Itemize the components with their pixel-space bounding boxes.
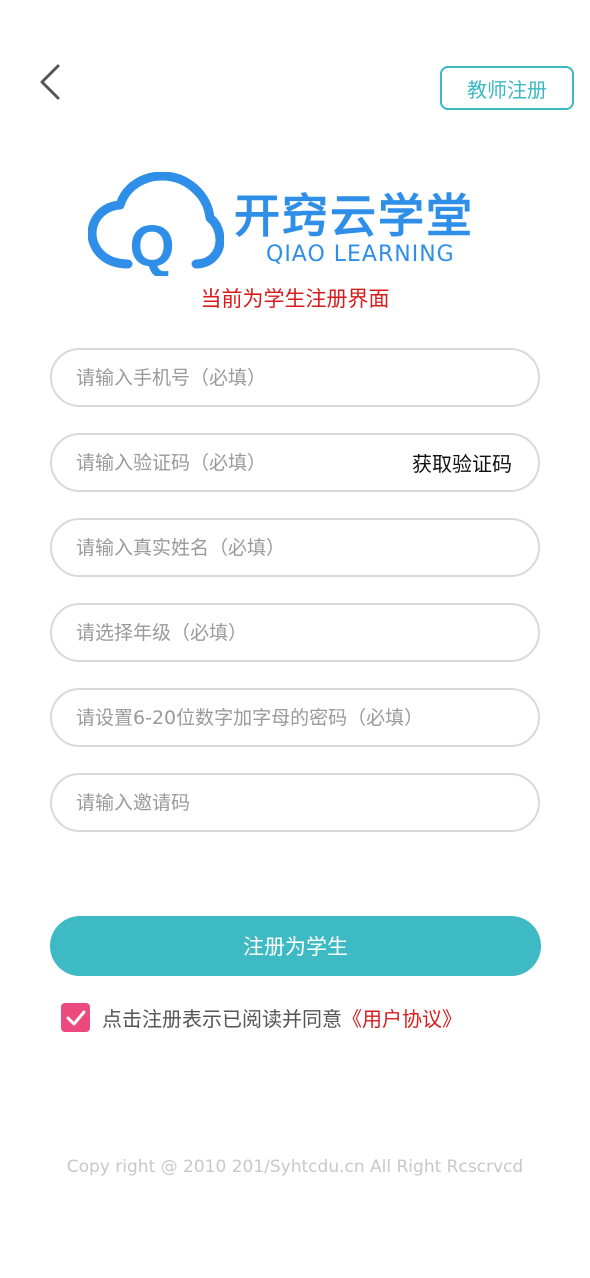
logo-name-en: QIAO LEARNING <box>266 242 455 267</box>
logo-name-cn: 开窍云学堂 <box>234 189 474 243</box>
cloud-logo-icon: Q <box>88 172 224 276</box>
agreement-checkbox[interactable] <box>61 1003 90 1032</box>
back-button[interactable] <box>30 60 70 104</box>
grade-select[interactable] <box>76 621 514 644</box>
real-name-field <box>50 518 540 577</box>
app-logo: Q 开窍云学堂 QIAO LEARNING <box>88 172 508 276</box>
copyright-text: Copy right @ 2010 201/Syhtcdu.cn All Rig… <box>66 1157 524 1177</box>
grade-field <box>50 603 540 662</box>
phone-input[interactable] <box>76 366 514 389</box>
phone-field <box>50 348 540 407</box>
page-subtitle: 当前为学生注册界面 <box>200 287 390 311</box>
chevron-left-icon <box>40 64 60 100</box>
teacher-register-button[interactable]: 教师注册 <box>440 66 574 110</box>
register-student-button[interactable]: 注册为学生 <box>50 916 541 976</box>
verify-code-input[interactable] <box>76 451 412 474</box>
invite-code-input[interactable] <box>76 791 514 814</box>
agreement-row: 点击注册表示已阅读并同意 《用户协议》 <box>61 1003 462 1032</box>
real-name-input[interactable] <box>76 536 514 559</box>
agreement-text: 点击注册表示已阅读并同意 <box>102 1007 342 1031</box>
check-icon <box>66 1010 85 1025</box>
verify-code-field: 获取验证码 <box>50 433 540 492</box>
logo-mark-letter: Q <box>129 214 174 276</box>
get-code-button[interactable]: 获取验证码 <box>412 448 512 477</box>
student-register-page: 教师注册 Q 开窍云学堂 QIAO LEARNING 当前为学生注册界面 获取验… <box>0 0 590 1278</box>
password-field <box>50 688 540 747</box>
user-agreement-link[interactable]: 《用户协议》 <box>342 1003 462 1032</box>
password-input[interactable] <box>76 706 514 729</box>
invite-code-field <box>50 773 540 832</box>
